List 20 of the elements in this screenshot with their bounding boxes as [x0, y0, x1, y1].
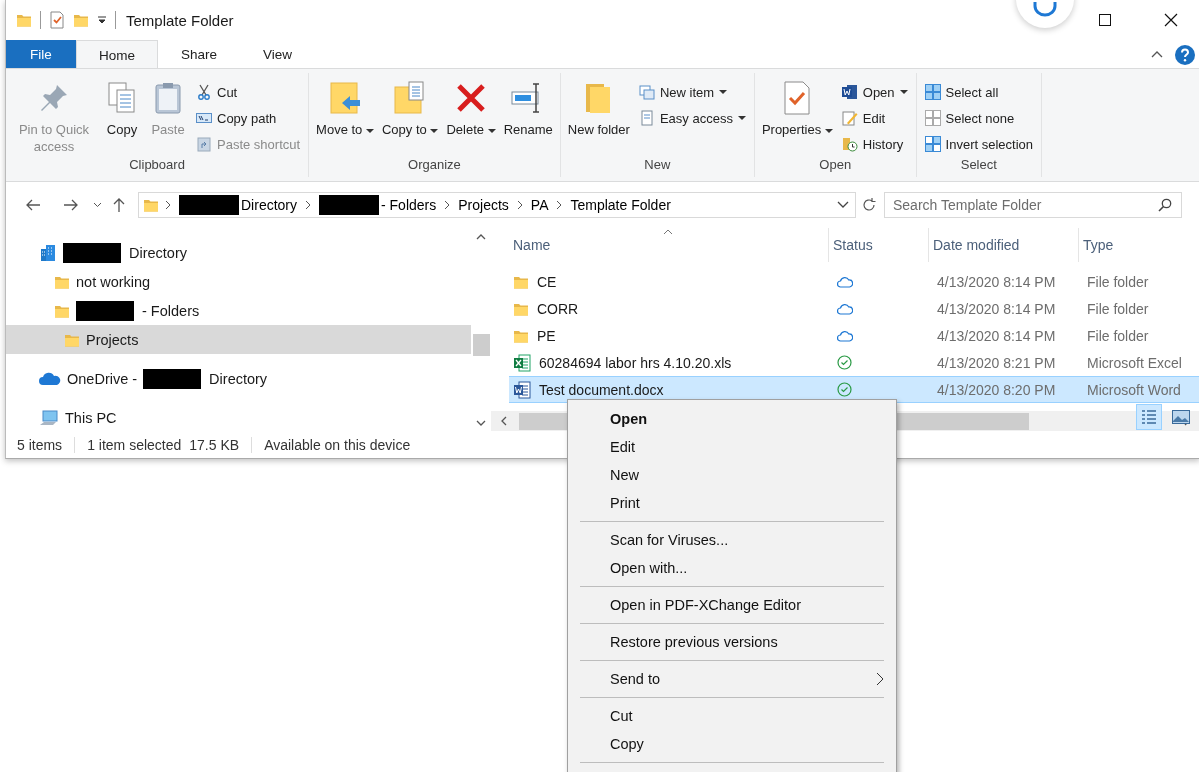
group-label: Clipboard: [128, 157, 186, 174]
group-label: Open: [818, 157, 853, 174]
type-cell: Microsoft Word: [1079, 376, 1199, 403]
item-count: 5 items: [17, 437, 76, 453]
date-cell-text: 4/13/2020 8:21 PM: [936, 353, 1057, 373]
type-cell-text: Microsoft Excel: [1086, 353, 1183, 373]
group-label: Select: [959, 157, 998, 174]
group-label: Organize: [407, 157, 462, 174]
type-cell-text: File folder: [1086, 299, 1150, 319]
date-cell: 4/13/2020 8:20 PM: [929, 376, 1079, 403]
date-cell-text: 4/13/2020 8:14 PM: [936, 299, 1057, 319]
date-cell-text: 4/13/2020 8:14 PM: [936, 326, 1057, 346]
selection-size: 17.5 KB: [189, 437, 253, 453]
group-label: New: [643, 157, 672, 174]
type-cell-text: File folder: [1086, 326, 1150, 346]
window-title: Template Folder: [126, 11, 234, 29]
selection-count: 1 item selected: [87, 437, 182, 453]
type-cell-text: File folder: [1086, 272, 1150, 292]
availability-status: Available on this device: [264, 437, 412, 453]
date-cell-text: 4/13/2020 8:14 PM: [936, 272, 1057, 292]
